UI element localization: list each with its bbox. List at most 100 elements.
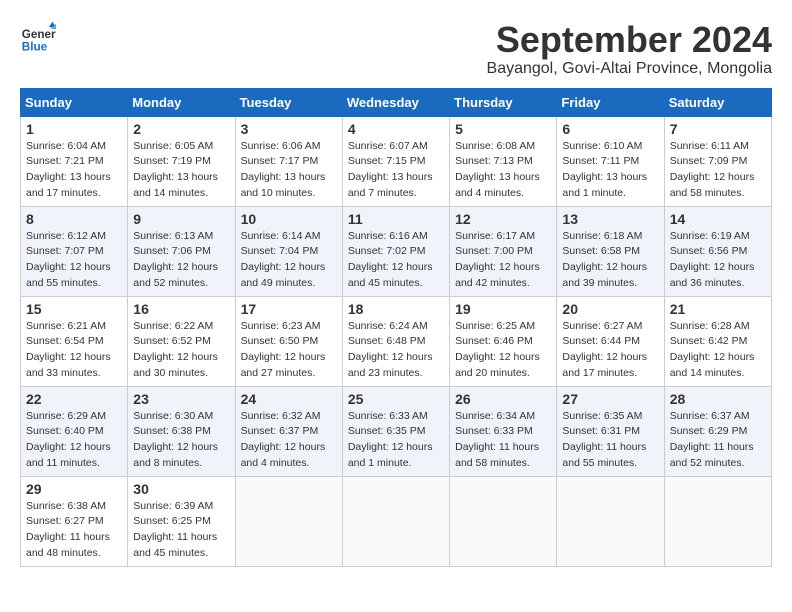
title-area: September 2024 Bayangol, Govi-Altai Prov… bbox=[487, 20, 772, 78]
day-detail: Sunrise: 6:27 AMSunset: 6:44 PMDaylight:… bbox=[562, 319, 658, 382]
week-row-2: 8 Sunrise: 6:12 AMSunset: 7:07 PMDaylight… bbox=[21, 206, 772, 296]
day-detail: Sunrise: 6:07 AMSunset: 7:15 PMDaylight:… bbox=[348, 139, 444, 202]
day-detail: Sunrise: 6:29 AMSunset: 6:40 PMDaylight:… bbox=[26, 409, 122, 472]
header: General Blue September 2024 Bayangol, Go… bbox=[20, 20, 772, 78]
day-number: 1 bbox=[26, 121, 122, 137]
logo-icon: General Blue bbox=[20, 20, 56, 56]
day-number: 8 bbox=[26, 211, 122, 227]
day-number: 27 bbox=[562, 391, 658, 407]
day-cell: 4Sunrise: 6:07 AMSunset: 7:15 PMDaylight… bbox=[342, 116, 449, 206]
day-number: 3 bbox=[241, 121, 337, 137]
day-cell: 3 Sunrise: 6:06 AMSunset: 7:17 PMDaylight… bbox=[235, 116, 342, 206]
day-detail: Sunrise: 6:19 AMSunset: 6:56 PMDaylight:… bbox=[670, 229, 766, 292]
day-detail: Sunrise: 6:25 AMSunset: 6:46 PMDaylight:… bbox=[455, 319, 551, 382]
day-detail: Sunrise: 6:13 AMSunset: 7:06 PMDaylight:… bbox=[133, 229, 229, 292]
day-detail: Sunrise: 6:06 AMSunset: 7:17 PMDaylight:… bbox=[241, 139, 337, 202]
day-cell: 1Sunrise: 6:04 AMSunset: 7:21 PMDaylight… bbox=[21, 116, 128, 206]
day-cell: 28Sunrise: 6:37 AMSunset: 6:29 PMDayligh… bbox=[664, 386, 771, 476]
day-cell: 25 Sunrise: 6:33 AMSunset: 6:35 PMDayligh… bbox=[342, 386, 449, 476]
day-cell: 6 Sunrise: 6:10 AMSunset: 7:11 PMDaylight… bbox=[557, 116, 664, 206]
day-detail: Sunrise: 6:11 AMSunset: 7:09 PMDaylight:… bbox=[670, 139, 766, 202]
day-number: 5 bbox=[455, 121, 551, 137]
day-number: 29 bbox=[26, 481, 122, 497]
day-cell bbox=[557, 476, 664, 566]
month-title: September 2024 bbox=[487, 20, 772, 60]
day-cell: 26Sunrise: 6:34 AMSunset: 6:33 PMDayligh… bbox=[450, 386, 557, 476]
day-number: 21 bbox=[670, 301, 766, 317]
day-number: 6 bbox=[562, 121, 658, 137]
day-detail: Sunrise: 6:38 AMSunset: 6:27 PMDaylight:… bbox=[26, 499, 122, 562]
day-detail: Sunrise: 6:10 AMSunset: 7:11 PMDaylight:… bbox=[562, 139, 658, 202]
day-cell: 9 Sunrise: 6:13 AMSunset: 7:06 PMDaylight… bbox=[128, 206, 235, 296]
header-day-monday: Monday bbox=[128, 88, 235, 116]
header-day-wednesday: Wednesday bbox=[342, 88, 449, 116]
day-cell: 16 Sunrise: 6:22 AMSunset: 6:52 PMDayligh… bbox=[128, 296, 235, 386]
day-number: 15 bbox=[26, 301, 122, 317]
day-cell: 17 Sunrise: 6:23 AMSunset: 6:50 PMDayligh… bbox=[235, 296, 342, 386]
header-day-tuesday: Tuesday bbox=[235, 88, 342, 116]
day-cell: 24 Sunrise: 6:32 AMSunset: 6:37 PMDayligh… bbox=[235, 386, 342, 476]
svg-text:Blue: Blue bbox=[22, 41, 48, 54]
day-number: 25 bbox=[348, 391, 444, 407]
day-detail: Sunrise: 6:17 AMSunset: 7:00 PMDaylight:… bbox=[455, 229, 551, 292]
day-cell: 21 Sunrise: 6:28 AMSunset: 6:42 PMDayligh… bbox=[664, 296, 771, 386]
day-number: 7 bbox=[670, 121, 766, 137]
day-cell bbox=[664, 476, 771, 566]
day-detail: Sunrise: 6:30 AMSunset: 6:38 PMDaylight:… bbox=[133, 409, 229, 472]
day-number: 20 bbox=[562, 301, 658, 317]
day-detail: Sunrise: 6:08 AMSunset: 7:13 PMDaylight:… bbox=[455, 139, 551, 202]
week-row-4: 22Sunrise: 6:29 AMSunset: 6:40 PMDayligh… bbox=[21, 386, 772, 476]
day-number: 30 bbox=[133, 481, 229, 497]
day-cell bbox=[342, 476, 449, 566]
day-number: 14 bbox=[670, 211, 766, 227]
header-day-sunday: Sunday bbox=[21, 88, 128, 116]
calendar-table: SundayMondayTuesdayWednesdayThursdayFrid… bbox=[20, 88, 772, 567]
day-number: 17 bbox=[241, 301, 337, 317]
day-detail: Sunrise: 6:16 AMSunset: 7:02 PMDaylight:… bbox=[348, 229, 444, 292]
day-cell: 23 Sunrise: 6:30 AMSunset: 6:38 PMDayligh… bbox=[128, 386, 235, 476]
day-cell: 13 Sunrise: 6:18 AMSunset: 6:58 PMDayligh… bbox=[557, 206, 664, 296]
day-cell: 15Sunrise: 6:21 AMSunset: 6:54 PMDayligh… bbox=[21, 296, 128, 386]
day-cell: 27Sunrise: 6:35 AMSunset: 6:31 PMDayligh… bbox=[557, 386, 664, 476]
day-cell: 30 Sunrise: 6:39 AMSunset: 6:25 PMDayligh… bbox=[128, 476, 235, 566]
day-cell: 10Sunrise: 6:14 AMSunset: 7:04 PMDayligh… bbox=[235, 206, 342, 296]
day-detail: Sunrise: 6:18 AMSunset: 6:58 PMDaylight:… bbox=[562, 229, 658, 292]
day-cell: 22Sunrise: 6:29 AMSunset: 6:40 PMDayligh… bbox=[21, 386, 128, 476]
day-cell: 20 Sunrise: 6:27 AMSunset: 6:44 PMDayligh… bbox=[557, 296, 664, 386]
day-number: 19 bbox=[455, 301, 551, 317]
day-number: 23 bbox=[133, 391, 229, 407]
day-detail: Sunrise: 6:23 AMSunset: 6:50 PMDaylight:… bbox=[241, 319, 337, 382]
day-number: 12 bbox=[455, 211, 551, 227]
day-detail: Sunrise: 6:22 AMSunset: 6:52 PMDaylight:… bbox=[133, 319, 229, 382]
day-cell: 19 Sunrise: 6:25 AMSunset: 6:46 PMDayligh… bbox=[450, 296, 557, 386]
day-number: 2 bbox=[133, 121, 229, 137]
day-cell bbox=[235, 476, 342, 566]
day-number: 13 bbox=[562, 211, 658, 227]
week-row-3: 15Sunrise: 6:21 AMSunset: 6:54 PMDayligh… bbox=[21, 296, 772, 386]
day-detail: Sunrise: 6:14 AMSunset: 7:04 PMDaylight:… bbox=[241, 229, 337, 292]
day-detail: Sunrise: 6:32 AMSunset: 6:37 PMDaylight:… bbox=[241, 409, 337, 472]
day-detail: Sunrise: 6:05 AMSunset: 7:19 PMDaylight:… bbox=[133, 139, 229, 202]
week-row-5: 29 Sunrise: 6:38 AMSunset: 6:27 PMDayligh… bbox=[21, 476, 772, 566]
header-day-saturday: Saturday bbox=[664, 88, 771, 116]
day-cell bbox=[450, 476, 557, 566]
day-number: 24 bbox=[241, 391, 337, 407]
day-detail: Sunrise: 6:39 AMSunset: 6:25 PMDaylight:… bbox=[133, 499, 229, 562]
day-number: 18 bbox=[348, 301, 444, 317]
day-number: 11 bbox=[348, 211, 444, 227]
day-number: 9 bbox=[133, 211, 229, 227]
day-cell: 14 Sunrise: 6:19 AMSunset: 6:56 PMDayligh… bbox=[664, 206, 771, 296]
day-detail: Sunrise: 6:28 AMSunset: 6:42 PMDaylight:… bbox=[670, 319, 766, 382]
day-detail: Sunrise: 6:12 AMSunset: 7:07 PMDaylight:… bbox=[26, 229, 122, 292]
day-cell: 8 Sunrise: 6:12 AMSunset: 7:07 PMDaylight… bbox=[21, 206, 128, 296]
day-cell: 12 Sunrise: 6:17 AMSunset: 7:00 PMDayligh… bbox=[450, 206, 557, 296]
day-detail: Sunrise: 6:33 AMSunset: 6:35 PMDaylight:… bbox=[348, 409, 444, 472]
week-row-1: 1Sunrise: 6:04 AMSunset: 7:21 PMDaylight… bbox=[21, 116, 772, 206]
day-cell: 5 Sunrise: 6:08 AMSunset: 7:13 PMDaylight… bbox=[450, 116, 557, 206]
day-number: 26 bbox=[455, 391, 551, 407]
day-cell: 18Sunrise: 6:24 AMSunset: 6:48 PMDayligh… bbox=[342, 296, 449, 386]
calendar-header-row: SundayMondayTuesdayWednesdayThursdayFrid… bbox=[21, 88, 772, 116]
day-cell: 29 Sunrise: 6:38 AMSunset: 6:27 PMDayligh… bbox=[21, 476, 128, 566]
header-day-friday: Friday bbox=[557, 88, 664, 116]
day-number: 16 bbox=[133, 301, 229, 317]
